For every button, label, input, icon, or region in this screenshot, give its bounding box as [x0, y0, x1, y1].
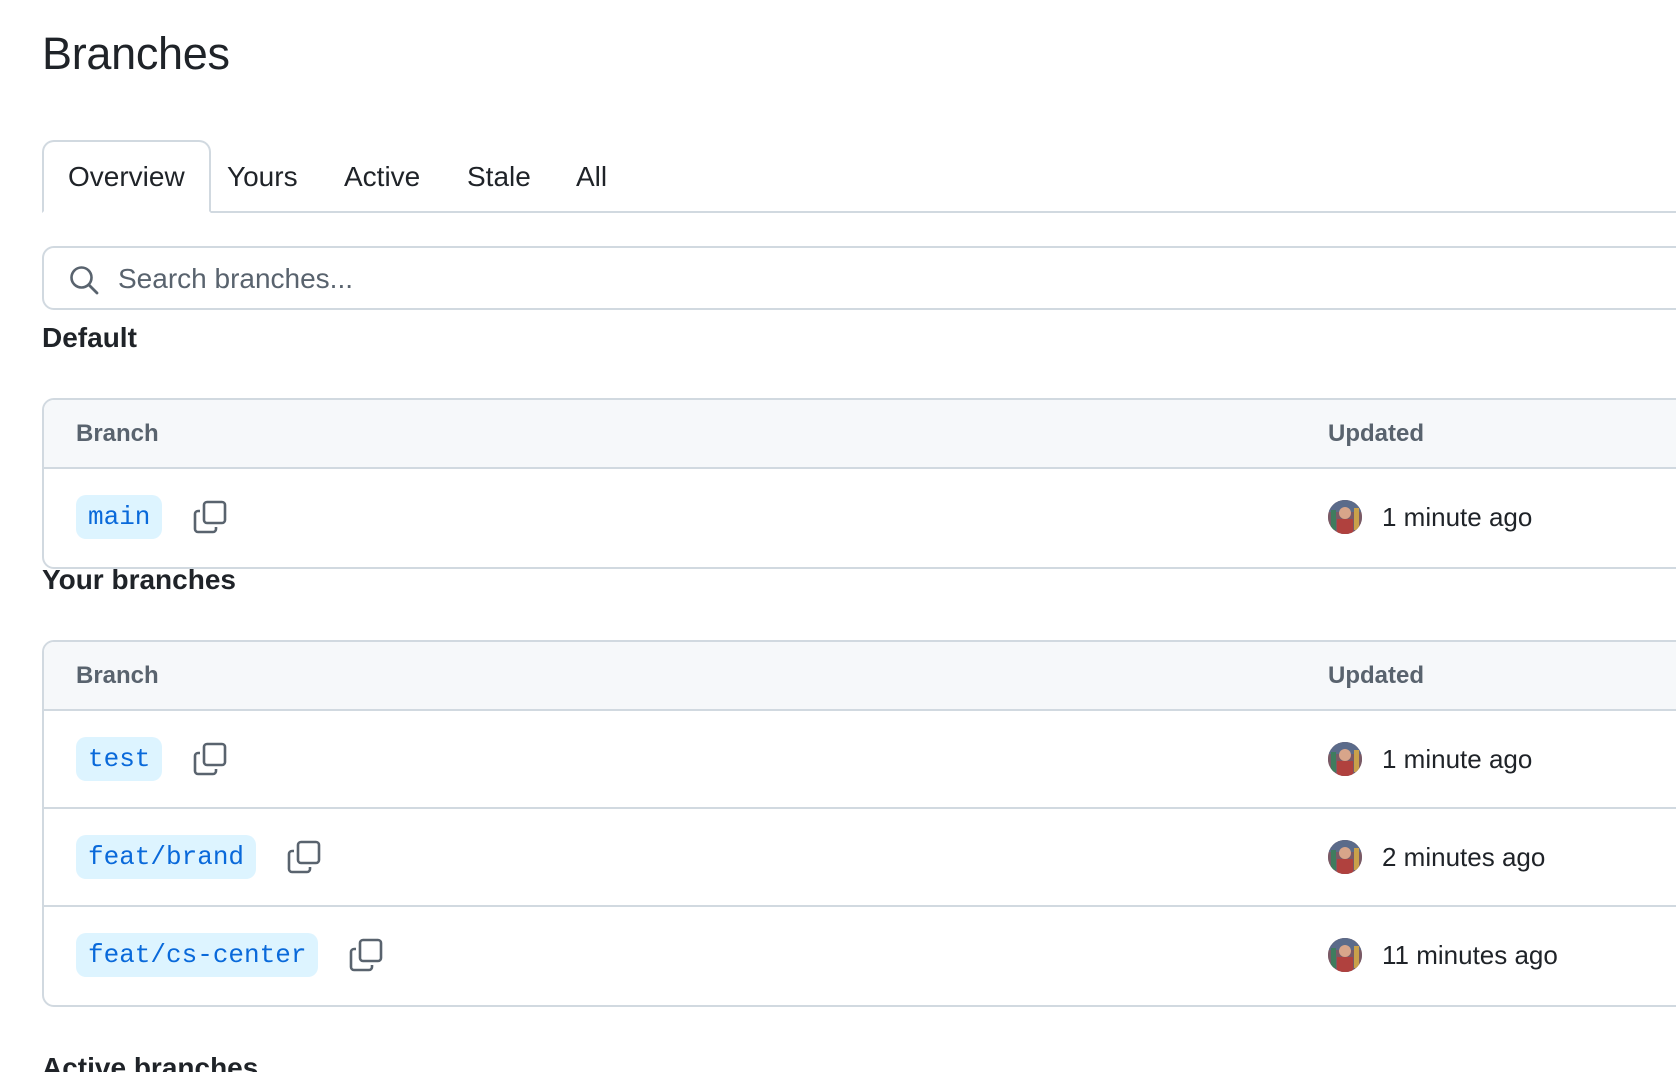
- table-header: Branch Updated: [44, 642, 1676, 711]
- branches-page: Branches Overview Yours Active Stale All…: [42, 0, 1676, 1072]
- section-title-active-branches: Active branches: [42, 1052, 259, 1072]
- table-row: main 1 minute ago: [44, 469, 1676, 567]
- updated-time: 2 minutes ago: [1382, 841, 1546, 872]
- copy-icon[interactable]: [192, 741, 228, 777]
- column-header-updated: Updated: [1328, 662, 1424, 689]
- section-title-your-branches: Your branches: [42, 564, 236, 595]
- branch-name-link[interactable]: test: [76, 737, 163, 781]
- copy-icon[interactable]: [192, 499, 228, 535]
- page-title: Branches: [42, 28, 230, 79]
- tab-active[interactable]: Active: [344, 140, 420, 213]
- branch-tabs: Overview Yours Active Stale All: [42, 140, 1676, 213]
- column-header-branch: Branch: [76, 420, 159, 447]
- updated-cell: 11 minutes ago: [1328, 907, 1558, 1003]
- updated-cell: 2 minutes ago: [1328, 809, 1545, 905]
- branch-cell: feat/cs-center: [76, 907, 384, 1003]
- avatar[interactable]: [1328, 840, 1362, 874]
- default-branch-table: Branch Updated main 1 minute ago: [42, 398, 1676, 569]
- table-row: feat/cs-center 11 minutes ago: [44, 907, 1676, 1005]
- updated-time: 11 minutes ago: [1382, 939, 1558, 970]
- table-header: Branch Updated: [44, 400, 1676, 469]
- updated-time: 1 minute ago: [1382, 743, 1533, 774]
- tab-yours[interactable]: Yours: [227, 140, 298, 213]
- avatar[interactable]: [1328, 938, 1362, 972]
- copy-icon[interactable]: [286, 839, 322, 875]
- branch-name-link[interactable]: feat/cs-center: [76, 933, 319, 977]
- updated-time: 1 minute ago: [1382, 501, 1533, 532]
- tab-all[interactable]: All: [576, 140, 607, 213]
- avatar[interactable]: [1328, 500, 1362, 534]
- avatar[interactable]: [1328, 742, 1362, 776]
- updated-cell: 1 minute ago: [1328, 469, 1532, 565]
- search-icon: [70, 266, 99, 295]
- branch-name-link[interactable]: main: [76, 495, 163, 539]
- your-branches-table: Branch Updated test 1 minute ago feat/br…: [42, 640, 1676, 1007]
- table-row: test 1 minute ago: [44, 711, 1676, 809]
- branch-cell: main: [76, 469, 228, 565]
- tab-overview[interactable]: Overview: [42, 140, 211, 213]
- branch-cell: feat/brand: [76, 809, 322, 905]
- updated-cell: 1 minute ago: [1328, 711, 1532, 807]
- copy-icon[interactable]: [348, 937, 384, 973]
- table-row: feat/brand 2 minutes ago: [44, 809, 1676, 907]
- search-box: [42, 246, 1676, 310]
- section-title-default: Default: [42, 322, 137, 353]
- branch-cell: test: [76, 711, 228, 807]
- search-input[interactable]: [116, 254, 1320, 304]
- column-header-updated: Updated: [1328, 420, 1424, 447]
- branch-name-link[interactable]: feat/brand: [76, 835, 257, 879]
- column-header-branch: Branch: [76, 662, 159, 689]
- tab-stale[interactable]: Stale: [467, 140, 531, 213]
